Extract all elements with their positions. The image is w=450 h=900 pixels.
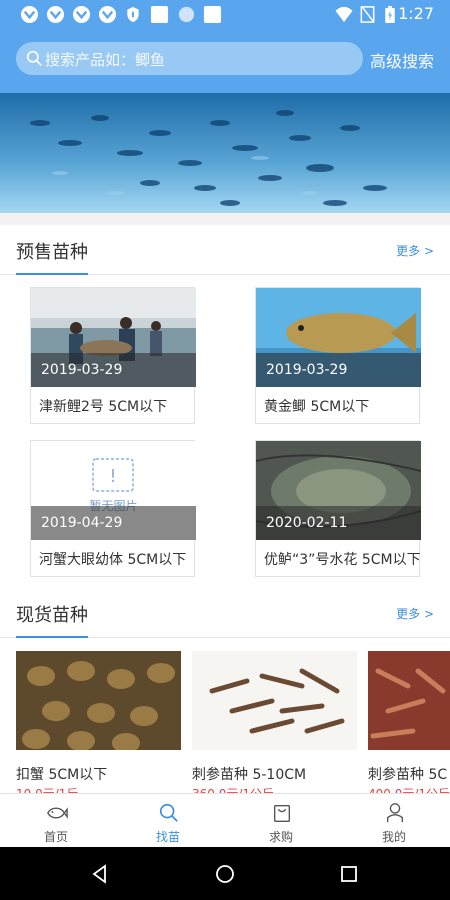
nav-purchase[interactable]: 求购: [225, 794, 337, 848]
instock-more-link[interactable]: 更多 >: [396, 605, 434, 622]
bag-icon: [273, 804, 291, 822]
product-name: 河蟹大眼幼体 5CM以下: [39, 552, 187, 568]
app-icon: [72, 5, 91, 24]
app-icon: [20, 5, 39, 24]
release-date: 2019-03-29: [31, 353, 196, 387]
product-name: 刺参苗种 5C: [368, 767, 448, 783]
search-placeholder: 搜索产品如：鲫鱼: [45, 51, 166, 69]
product-price: 10.0元/1斤: [16, 785, 78, 793]
instock-header: 现货苗种 更多 >: [0, 588, 450, 638]
product-price: 400.0元/1公斤: [368, 785, 450, 793]
nav-label: 我的: [381, 830, 406, 844]
section-underline: [16, 273, 88, 275]
product-name: 优鲈“3”号水花 5CM以下: [264, 552, 421, 568]
battery-charging-icon: [385, 5, 395, 24]
app-header: 1:27 搜索产品如：鲫鱼 高级搜索: [0, 0, 450, 93]
banner-image[interactable]: [0, 93, 450, 213]
release-date: 2019-04-29: [31, 506, 196, 540]
product-card[interactable]: 2019-03-29 津新鲤2号 5CM以下: [30, 287, 196, 424]
circle-icon: [178, 6, 195, 23]
presale-title: 预售苗种: [16, 242, 88, 263]
app-icon: [46, 5, 65, 24]
status-bar: 1:27: [0, 0, 450, 30]
search-icon: [26, 50, 42, 66]
nav-label: 找苗: [155, 830, 180, 844]
advanced-search-button[interactable]: 高级搜索: [370, 48, 434, 72]
release-date: 2020-02-11: [256, 506, 421, 540]
recents-icon[interactable]: [338, 863, 360, 885]
product-name: 津新鲤2号 5CM以下: [39, 399, 168, 415]
product-card[interactable]: 2020-02-11 优鲈“3”号水花 5CM以下: [255, 440, 421, 577]
app-icon: [98, 5, 117, 24]
square-icon: [203, 5, 222, 24]
instock-section: 现货苗种 更多 > 扣蟹 5CM以下 10.0元/1斤: [0, 588, 450, 793]
presale-header: 预售苗种 更多 >: [0, 225, 450, 275]
presale-more-link[interactable]: 更多 >: [396, 242, 434, 259]
product-image: [368, 651, 450, 750]
bottom-nav: 首页 找苗 求购 我的: [0, 793, 450, 847]
search-icon: [159, 803, 178, 822]
shield-icon: [127, 6, 139, 23]
presale-section: 预售苗种 更多 > 2019-03-29 津新鲤2号 5CM以下 2019-03…: [0, 225, 450, 588]
product-image: [16, 651, 181, 750]
product-price: 360.0元/1公斤: [192, 785, 274, 793]
back-icon[interactable]: [89, 863, 111, 885]
nav-home[interactable]: 首页: [0, 794, 112, 848]
nav-label: 首页: [43, 830, 68, 844]
release-date: 2019-03-29: [256, 353, 421, 387]
clock: 1:27: [398, 4, 434, 23]
no-sim-icon: [360, 6, 375, 23]
nav-find-seedling[interactable]: 找苗: [112, 794, 224, 848]
product-card[interactable]: 2019-03-29 黄金鲫 5CM以下: [255, 287, 421, 424]
instock-title: 现货苗种: [16, 605, 88, 626]
section-underline: [16, 636, 88, 638]
nav-label: 求购: [268, 830, 293, 844]
user-icon: [386, 803, 404, 823]
fish-school-photo: [0, 93, 450, 213]
search-input[interactable]: 搜索产品如：鲫鱼: [16, 42, 363, 75]
fish-icon: [47, 807, 68, 819]
square-icon: [150, 5, 169, 24]
nav-profile[interactable]: 我的: [338, 794, 450, 848]
product-name: 刺参苗种 5-10CM: [192, 767, 307, 783]
product-name: 扣蟹 5CM以下: [16, 767, 108, 783]
home-icon[interactable]: [214, 863, 236, 885]
svg-text:!: !: [109, 466, 116, 487]
instock-carousel[interactable]: 扣蟹 5CM以下 10.0元/1斤 刺参苗种 5-10CM 360.0元/1公斤: [0, 651, 450, 793]
product-image: [192, 651, 357, 750]
system-nav-bar: [0, 847, 450, 900]
product-name: 黄金鲫 5CM以下: [264, 399, 370, 415]
product-card[interactable]: ! 暂无图片 2019-04-29 河蟹大眼幼体 5CM以下: [30, 440, 196, 577]
wifi-icon: [335, 6, 353, 23]
